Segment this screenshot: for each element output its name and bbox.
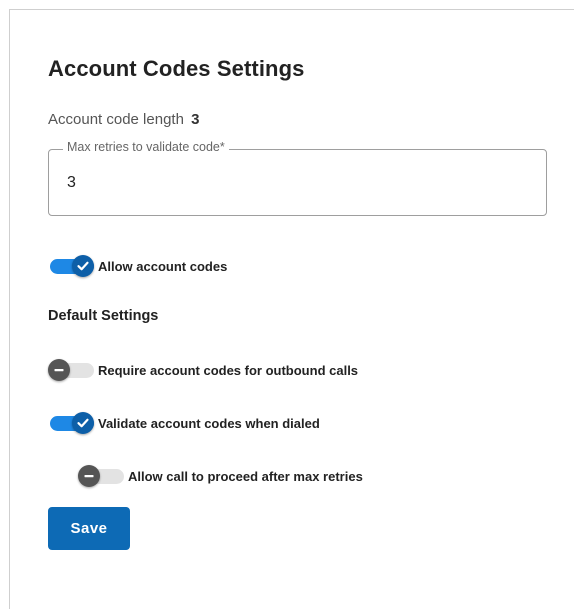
validate-when-dialed-label: Validate account codes when dialed: [98, 415, 320, 431]
save-button[interactable]: Save: [48, 507, 130, 550]
max-retries-field[interactable]: Max retries to validate code* 3: [48, 140, 547, 216]
allow-proceed-toggle[interactable]: [78, 465, 126, 487]
validate-when-dialed-row[interactable]: Validate account codes when dialed: [48, 412, 320, 434]
allow-account-codes-row[interactable]: Allow account codes: [48, 255, 227, 277]
default-settings-heading: Default Settings: [48, 308, 159, 324]
require-outbound-toggle[interactable]: [48, 359, 96, 381]
page-title: Account Codes Settings: [48, 56, 305, 81]
require-outbound-row[interactable]: Require account codes for outbound calls: [48, 359, 358, 381]
allow-account-codes-toggle[interactable]: [48, 255, 96, 277]
account-code-length-value: 3: [191, 111, 200, 128]
toggle-thumb: [78, 465, 100, 487]
check-icon: [77, 418, 89, 428]
account-code-length: Account code length 3: [48, 111, 199, 128]
account-code-length-label: Account code length: [48, 111, 184, 128]
max-retries-input[interactable]: 3: [67, 174, 76, 192]
allow-account-codes-label: Allow account codes: [98, 258, 228, 274]
toggle-thumb: [72, 255, 94, 277]
toggle-thumb: [48, 359, 70, 381]
allow-proceed-row[interactable]: Allow call to proceed after max retries: [78, 465, 363, 487]
max-retries-label: Max retries to validate code*: [63, 140, 229, 154]
require-outbound-label: Require account codes for outbound calls: [98, 362, 359, 378]
toggle-thumb: [72, 412, 94, 434]
minus-icon: [54, 369, 64, 372]
allow-proceed-label: Allow call to proceed after max retries: [128, 468, 363, 484]
minus-icon: [84, 475, 94, 478]
validate-when-dialed-toggle[interactable]: [48, 412, 96, 434]
check-icon: [77, 261, 89, 271]
